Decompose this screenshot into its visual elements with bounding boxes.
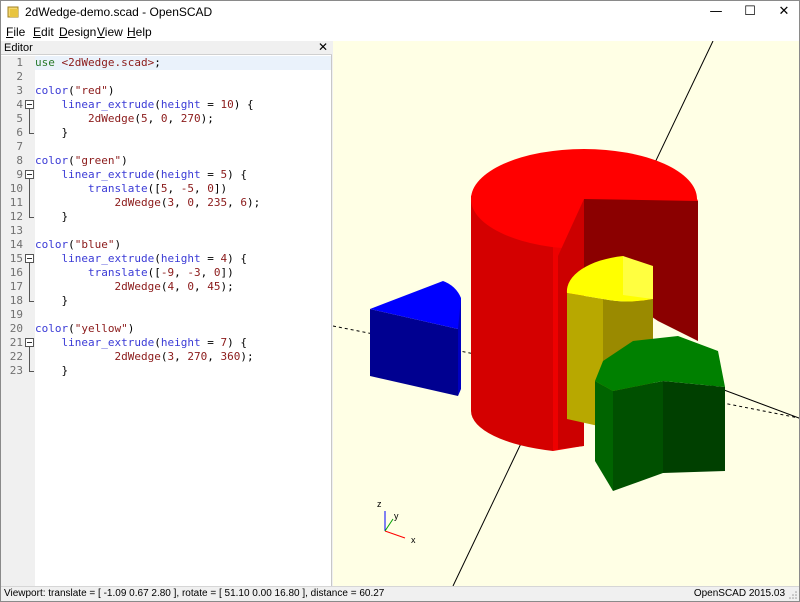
fold-line	[29, 347, 30, 371]
menu-design-rest: esign	[67, 25, 97, 39]
viewport-render: z y x	[333, 41, 799, 586]
fold-toggle-icon[interactable]	[25, 100, 34, 109]
blue-wedge	[370, 281, 461, 396]
line-number: 21	[9, 336, 23, 349]
menu-design[interactable]: Design	[59, 25, 96, 39]
line-number: 11	[9, 196, 23, 209]
y-axis-label: y	[394, 511, 399, 521]
editor-panel: Editor ✕ 1 2 3 4 5 6 7 8 9 10 11 12 13 14 15 16 17 18 19 20…	[1, 40, 332, 586]
green-wedge	[595, 336, 725, 491]
line-number: 6	[16, 126, 23, 139]
code-editor[interactable]: use <2dWedge.scad>; color("red") linear_e…	[35, 56, 331, 586]
menu-bar: File Edit Design View Help	[1, 23, 799, 41]
line-number: 18	[9, 294, 23, 307]
status-bar: Viewport: translate = [ -1.09 0.67 2.80 …	[1, 586, 799, 601]
menu-design-key: D	[59, 25, 68, 39]
menu-help-key: H	[127, 25, 136, 39]
viewport-status: Viewport: translate = [ -1.09 0.67 2.80 …	[4, 588, 385, 599]
line-number: 2	[16, 70, 23, 83]
x-axis-label: x	[411, 535, 416, 545]
code-line: }	[35, 294, 69, 307]
line-number: 1	[16, 56, 23, 69]
line-number: 22	[9, 350, 23, 363]
menu-help[interactable]: Help	[127, 25, 152, 39]
line-number: 5	[16, 112, 23, 125]
editor-title: Editor	[4, 42, 33, 54]
3d-viewport[interactable]: z y x	[333, 41, 799, 586]
openscad-app-icon	[7, 6, 19, 18]
fold-line	[29, 109, 30, 133]
line-number: 8	[16, 154, 23, 167]
line-number: 10	[9, 182, 23, 195]
code-line: translate([5, -5, 0])	[87, 182, 228, 195]
openscad-window: 2dWedge-demo.scad - OpenSCAD — ☐ ✕ File …	[0, 0, 800, 602]
line-number: 3	[16, 84, 23, 97]
line-number: 7	[16, 140, 23, 153]
code-line: }	[35, 126, 69, 139]
code-line: linear_extrude(height = 5) {	[61, 168, 247, 181]
menu-edit[interactable]: Edit	[33, 25, 54, 39]
line-number: 17	[9, 280, 23, 293]
resize-grip-icon[interactable]	[788, 590, 798, 600]
line-number: 15	[9, 252, 23, 265]
line-number: 19	[9, 308, 23, 321]
line-number: 14	[9, 238, 23, 251]
code-line: }	[35, 364, 69, 377]
menu-view-rest: iew	[104, 25, 123, 39]
code-line: 2dWedge(3, 0, 235, 6);	[114, 196, 261, 209]
fold-toggle-icon[interactable]	[25, 170, 34, 179]
editor-header: Editor ✕	[1, 40, 332, 55]
fold-line	[29, 263, 30, 301]
menu-file[interactable]: File	[6, 25, 25, 39]
code-line: linear_extrude(height = 4) {	[61, 252, 247, 265]
code-line: color("green")	[35, 154, 128, 167]
line-number: 20	[9, 322, 23, 335]
maximize-button[interactable]: ☐	[733, 1, 767, 23]
code-line: 2dWedge(5, 0, 270);	[87, 112, 214, 125]
line-number: 4	[16, 98, 23, 111]
minimize-button[interactable]: —	[699, 1, 733, 23]
line-number: 23	[9, 364, 23, 377]
code-line: linear_extrude(height = 10) {	[61, 98, 254, 111]
menu-view-key: V	[97, 25, 105, 39]
fold-toggle-icon[interactable]	[25, 254, 34, 263]
code-line: linear_extrude(height = 7) {	[61, 336, 247, 349]
line-number: 9	[16, 168, 23, 181]
line-number: 12	[9, 210, 23, 223]
code-line: color("red")	[35, 84, 115, 97]
menu-help-rest: elp	[135, 25, 152, 39]
code-line: 2dWedge(3, 270, 360);	[114, 350, 254, 363]
code-line: use <2dWedge.scad>;	[35, 56, 161, 69]
code-line: color("yellow")	[35, 322, 135, 335]
version-label: OpenSCAD 2015.03	[693, 588, 785, 599]
editor-close-button[interactable]: ✕	[318, 40, 328, 54]
window-title: 2dWedge-demo.scad - OpenSCAD	[25, 5, 213, 19]
code-line: }	[35, 210, 69, 223]
close-window-button[interactable]: ✕	[767, 1, 800, 23]
menu-edit-rest: dit	[41, 25, 54, 39]
fold-end	[29, 217, 34, 218]
z-axis-label: z	[377, 499, 382, 509]
fold-toggle-icon[interactable]	[25, 338, 34, 347]
fold-line	[29, 179, 30, 217]
line-number-gutter: 1 2 3 4 5 6 7 8 9 10 11 12 13 14 15 16 17 18 19 20 21 22 23	[1, 56, 35, 586]
title-bar: 2dWedge-demo.scad - OpenSCAD — ☐ ✕	[1, 1, 799, 23]
line-number: 13	[9, 224, 23, 237]
axes-indicator: z y x	[377, 499, 416, 545]
code-line: color("blue")	[35, 238, 122, 251]
fold-end	[29, 371, 34, 372]
menu-view[interactable]: View	[97, 25, 123, 39]
line-number: 16	[9, 266, 23, 279]
code-line: 2dWedge(4, 0, 45);	[114, 280, 234, 293]
fold-end	[29, 133, 34, 134]
menu-edit-key: E	[33, 25, 42, 39]
fold-end	[29, 301, 34, 302]
code-line: translate([-9, -3, 0])	[87, 266, 234, 279]
menu-file-rest: ile	[13, 25, 26, 39]
